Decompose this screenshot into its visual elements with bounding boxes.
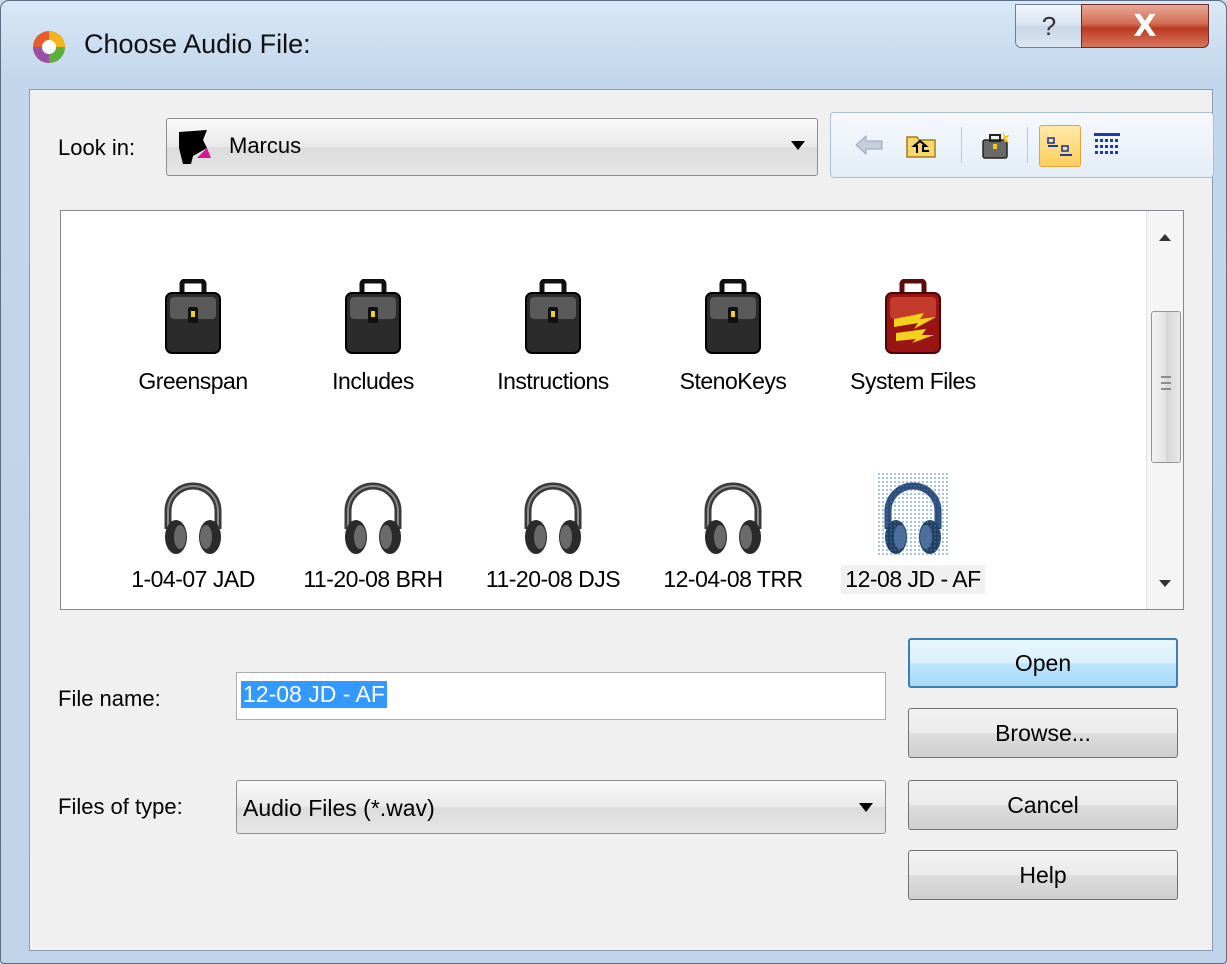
file-item-stenokeys[interactable]: StenoKeys — [643, 279, 823, 396]
file-item-11-20-08-brh[interactable]: 11-20-08 BRH — [283, 473, 463, 594]
file-item-instructions[interactable]: Instructions — [463, 279, 643, 396]
file-item-12-08-jd-af[interactable]: 12-08 JD - AF — [823, 473, 1003, 594]
system-briefcase-icon — [885, 279, 941, 354]
file-name-value: 12-08 JD - AF — [241, 681, 387, 708]
files-of-type-value: Audio Files (*.wav) — [243, 795, 435, 821]
headphones-audio-icon — [524, 482, 582, 554]
user-folder-icon — [179, 130, 211, 164]
chevron-down-icon — [859, 803, 873, 812]
file-item-label: 12-08 JD - AF — [841, 565, 985, 594]
briefcase-folder-icon — [705, 279, 761, 354]
look-in-value: Marcus — [229, 133, 302, 158]
headphones-audio-icon — [344, 482, 402, 554]
list-view-icon — [1047, 137, 1072, 156]
open-button[interactable]: Open — [908, 638, 1178, 688]
file-item-label: Greenspan — [138, 368, 248, 394]
scroll-down-button[interactable] — [1147, 565, 1183, 601]
new-folder-icon — [982, 131, 1010, 159]
file-item-12-04-08-trr[interactable]: 12-04-08 TRR — [643, 473, 823, 594]
details-view-icon — [1094, 133, 1120, 154]
file-item-label: 1-04-07 JAD — [131, 566, 255, 592]
file-item-label: 12-04-08 TRR — [663, 566, 803, 592]
file-item-label: Includes — [332, 368, 414, 394]
files-of-type-label: Files of type: — [58, 794, 183, 819]
headphones-audio-icon — [878, 473, 948, 557]
scroll-up-arrow-icon — [1159, 233, 1171, 241]
files-of-type-dropdown[interactable]: Audio Files (*.wav) — [236, 780, 886, 834]
close-button[interactable]: X — [1081, 4, 1209, 48]
vertical-scrollbar[interactable] — [1146, 211, 1183, 609]
briefcase-folder-icon — [165, 279, 221, 354]
file-item-1-04-07-jad[interactable]: 1-04-07 JAD — [103, 473, 283, 594]
file-item-label: System Files — [850, 368, 976, 394]
browse-button[interactable]: Browse... — [908, 708, 1178, 758]
briefcase-folder-icon — [525, 279, 581, 354]
file-item-label: 11-20-08 DJS — [485, 566, 621, 592]
headphones-audio-icon — [164, 482, 222, 554]
file-item-label: 11-20-08 BRH — [303, 566, 443, 592]
details-view-button[interactable] — [1087, 125, 1127, 165]
choose-audio-file-dialog: Choose Audio File: ? X Look in: Marcus G… — [0, 0, 1227, 964]
app-logo-icon — [33, 31, 65, 63]
file-item-11-20-08-djs[interactable]: 11-20-08 DJS — [463, 473, 643, 594]
chevron-down-icon — [791, 141, 805, 150]
new-folder-button[interactable] — [975, 125, 1015, 165]
list-view-button[interactable] — [1039, 125, 1081, 167]
help-button[interactable]: Help — [908, 850, 1178, 900]
dialog-body: Look in: Marcus Greenspan Includes Instr… — [29, 89, 1214, 951]
navigation-toolbar — [830, 112, 1214, 178]
file-item-system-files[interactable]: System Files — [823, 279, 1003, 396]
scroll-thumb[interactable] — [1151, 311, 1181, 463]
scroll-up-button[interactable] — [1147, 219, 1183, 255]
look-in-label: Look in: — [58, 135, 136, 160]
file-name-label: File name: — [58, 686, 161, 711]
look-in-dropdown[interactable]: Marcus — [166, 118, 818, 176]
briefcase-folder-icon — [345, 279, 401, 354]
grip-icon — [1161, 376, 1171, 390]
file-list-view[interactable]: Greenspan Includes Instructions StenoKey… — [60, 210, 1184, 610]
file-item-label: StenoKeys — [679, 368, 787, 394]
title-bar[interactable]: Choose Audio File: ? X — [1, 1, 1226, 89]
back-arrow-icon — [855, 134, 883, 156]
back-button[interactable] — [849, 125, 889, 165]
scroll-down-arrow-icon — [1159, 579, 1171, 587]
up-folder-icon — [906, 136, 936, 158]
file-item-label: Instructions — [497, 368, 609, 394]
up-one-level-button[interactable] — [901, 125, 941, 165]
window-title: Choose Audio File: — [84, 29, 311, 59]
file-item-includes[interactable]: Includes — [283, 279, 463, 396]
headphones-audio-icon — [704, 482, 762, 554]
help-title-button[interactable]: ? — [1015, 4, 1083, 48]
file-name-input[interactable]: 12-08 JD - AF — [236, 672, 886, 720]
cancel-button[interactable]: Cancel — [908, 780, 1178, 830]
file-item-greenspan[interactable]: Greenspan — [103, 279, 283, 396]
